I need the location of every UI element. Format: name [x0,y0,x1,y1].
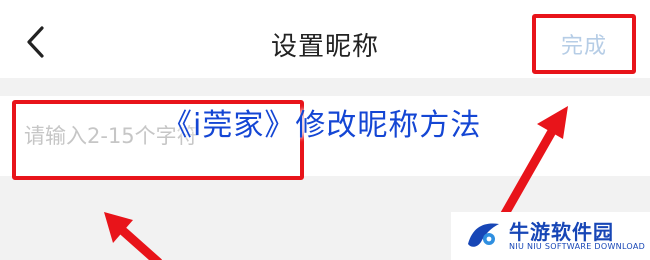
tutorial-caption: 《i莞家》修改昵称方法 [162,108,482,143]
red-arrow-icon [104,212,163,260]
niuniu-logo-icon [468,223,499,247]
watermark-subtitle: NIU NIU SOFTWARE DOWNLOAD [509,242,646,251]
done-button[interactable]: 完成 [532,14,636,74]
watermark-name: 牛游软件园 [509,220,614,244]
done-button-label: 完成 [560,34,607,59]
watermark-logo: 牛游软件园 NIU NIU SOFTWARE DOWNLOAD [451,212,650,260]
